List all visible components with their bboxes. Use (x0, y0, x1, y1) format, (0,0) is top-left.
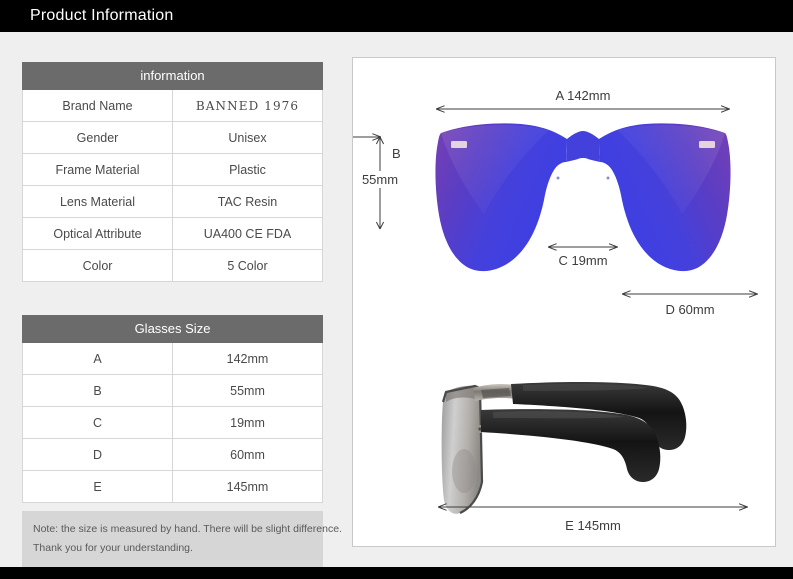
row-value: 60mm (172, 438, 323, 471)
row-value: 19mm (172, 406, 323, 439)
glasses-measurement-diagram: A 142mm B 55mm C 19mm D 60mm E 145mm (353, 88, 775, 533)
dimension-c: C 19mm (549, 247, 617, 268)
table-row: E 145mm (22, 470, 323, 503)
spec-tables-column: information Brand Name BANNED 1976 Gende… (22, 62, 342, 568)
row-key: Lens Material (22, 185, 173, 218)
note-line-2: Thank you for your understanding. (33, 542, 193, 554)
near-temple-arm (481, 409, 661, 482)
bottom-bar (0, 567, 793, 579)
product-information-page: Product Information information Brand Na… (0, 0, 793, 579)
row-key: Frame Material (22, 153, 173, 186)
table-row: Frame Material Plastic (22, 153, 323, 186)
row-key: C (22, 406, 173, 439)
dimension-a-label: A 142mm (556, 88, 611, 103)
row-key: D (22, 438, 173, 471)
brow-bridge (566, 131, 600, 162)
dimension-b-letter: B (392, 146, 401, 161)
glasses-size-table: Glasses Size A 142mm B 55mm C 19mm D 60m… (22, 315, 323, 503)
right-lens-hinge-mark (699, 141, 715, 148)
dimension-a: A 142mm (437, 88, 729, 109)
table-spacer (22, 282, 323, 315)
table-row: B 55mm (22, 374, 323, 407)
title-bar: Product Information (0, 0, 793, 32)
dimension-c-label: C 19mm (558, 253, 607, 268)
row-value: BANNED 1976 (172, 89, 323, 122)
row-value: TAC Resin (172, 185, 323, 218)
sunglasses-side-view (441, 381, 687, 515)
table-row: C 19mm (22, 406, 323, 439)
table-row: Optical Attribute UA400 CE FDA (22, 217, 323, 250)
right-nose-pad-dot (606, 176, 610, 180)
sunglasses-front-view (435, 123, 731, 272)
measurement-diagram-panel: A 142mm B 55mm C 19mm D 60mm E 145mm (352, 57, 776, 547)
information-table: information Brand Name BANNED 1976 Gende… (22, 62, 323, 282)
row-value: 145mm (172, 470, 323, 503)
dimension-e-label: E 145mm (565, 518, 621, 533)
row-key: Brand Name (22, 89, 173, 122)
table-header-row: information (22, 62, 323, 90)
row-key: Optical Attribute (22, 217, 173, 250)
row-key: Gender (22, 121, 173, 154)
page-title: Product Information (30, 7, 174, 24)
dimension-b: B 55mm (353, 137, 402, 230)
row-key: Color (22, 249, 173, 282)
side-lens-reflection (452, 449, 476, 493)
dimension-d: D 60mm (623, 294, 757, 317)
row-key: A (22, 342, 173, 375)
glasses-size-table-header: Glasses Size (22, 315, 323, 343)
table-row: D 60mm (22, 438, 323, 471)
row-value: 142mm (172, 342, 323, 375)
row-value: 5 Color (172, 249, 323, 282)
note-line-1: Note: the size is measured by hand. Ther… (33, 523, 342, 535)
row-value: 55mm (172, 374, 323, 407)
row-value: UA400 CE FDA (172, 217, 323, 250)
dimension-e: E 145mm (439, 507, 747, 533)
table-row: Brand Name BANNED 1976 (22, 89, 323, 122)
left-nose-pad-dot (556, 176, 560, 180)
table-row: Gender Unisex (22, 121, 323, 154)
row-key: E (22, 470, 173, 503)
table-row: A 142mm (22, 342, 323, 375)
row-key: B (22, 374, 173, 407)
table-row: Color 5 Color (22, 249, 323, 282)
row-value: Plastic (172, 153, 323, 186)
dimension-b-value: 55mm (362, 172, 398, 187)
table-header-row: Glasses Size (22, 315, 323, 343)
brand-name-value: BANNED 1976 (195, 98, 300, 113)
left-lens-hinge-mark (451, 141, 467, 148)
table-row: Lens Material TAC Resin (22, 185, 323, 218)
size-note-box: Note: the size is measured by hand. Ther… (22, 511, 342, 568)
information-table-header: information (22, 62, 323, 90)
dimension-d-label: D 60mm (665, 302, 714, 317)
content-area: information Brand Name BANNED 1976 Gende… (0, 32, 793, 568)
row-value: Unisex (172, 121, 323, 154)
